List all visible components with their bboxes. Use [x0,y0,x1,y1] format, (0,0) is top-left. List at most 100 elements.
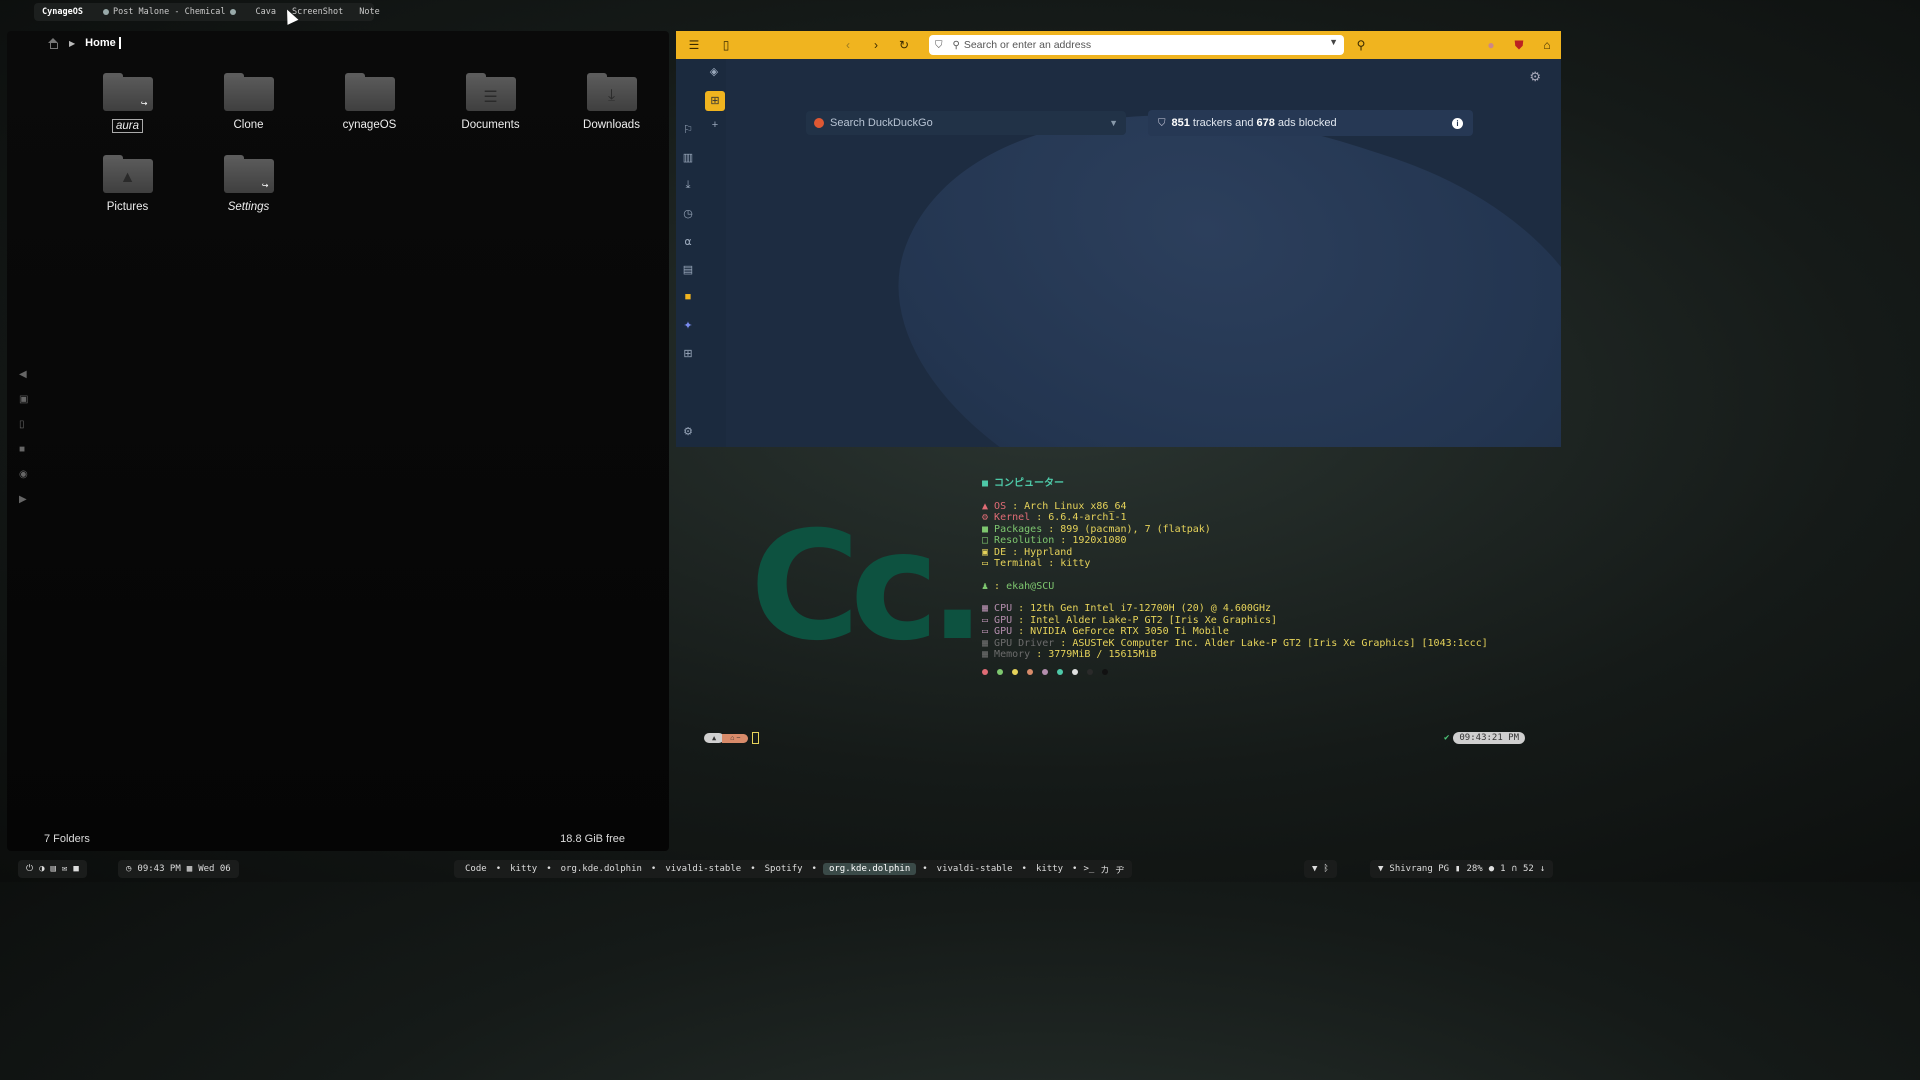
workspace-item[interactable]: kitty [507,864,540,874]
top-bar: CynageOS Post Malone - Chemical Cava Scr… [34,3,380,21]
ublock-icon[interactable]: ⛊ [1510,38,1528,53]
chevron-down-icon[interactable]: ▼ [1329,37,1338,47]
folder-item-documents[interactable]: ☰ Documents [430,73,551,133]
workspace-item[interactable]: Spotify [762,864,806,874]
forward-icon[interactable]: › [867,38,885,52]
panel-icon[interactable]: ■ [680,291,696,303]
wifi-name[interactable]: Shivrang PG [1389,864,1449,874]
volume-level[interactable]: 52 [1523,864,1534,874]
home-icon[interactable] [47,37,59,49]
folder-item-downloads[interactable]: ⤓ Downloads [551,73,672,133]
notification-icon: ● [1488,864,1495,874]
bookmark-icon[interactable]: ⚐ [680,123,696,136]
workspace-item-active[interactable]: org.kde.dolphin [822,863,917,875]
ads-text: ads blocked [1274,117,1337,129]
sidebar-toggle-icon[interactable]: ▯ [717,38,735,52]
expand-icon[interactable]: ▶ [19,494,28,505]
terminal-icon[interactable]: >_ [1083,864,1094,874]
extension-icon[interactable]: ● [1482,38,1500,52]
workspace-item[interactable]: Code [462,864,490,874]
host-title: コンピューター [994,478,1065,489]
clock-widget[interactable]: ◷ 09:43 PM ▦ Wed 06 [118,860,239,878]
add-panel-icon[interactable]: ⊞ [680,347,696,360]
clock-icon: ◷ [126,864,132,874]
topbar-item-note[interactable]: Note [351,7,387,17]
folder-icon [344,73,395,111]
files-icon[interactable]: ▤ [51,864,56,874]
resolution-label: Resolution [994,535,1055,546]
power-icon[interactable]: ⏻ [26,864,33,874]
gpu-icon: ▭ [982,626,995,637]
home-icon[interactable]: ⌂ [1538,38,1556,52]
collapse-icon[interactable]: ◀ [19,369,28,380]
folder-item-settings[interactable]: ↪ Settings [188,155,309,213]
packages-label: Packages [994,523,1043,535]
folder-item-aura[interactable]: ↪ aura [67,73,188,133]
settings-icon[interactable]: ⚙ [680,425,696,438]
workspace-switcher: Code • kitty • org.kde.dolphin • vivaldi-st… [454,860,1133,878]
breadcrumb-home[interactable]: Home [85,37,121,49]
chevron-down-icon[interactable]: ▼ [1109,118,1118,128]
os-value: Arch Linux x86_64 [1024,500,1127,512]
sparkle-icon[interactable]: ✦ [680,319,696,332]
terminal-icon[interactable]: ■ [19,444,28,455]
folder-item-cynageos[interactable]: cynageOS [309,73,430,133]
play-pause-icon[interactable] [229,8,236,15]
layers-icon[interactable]: ◈ [706,65,722,78]
check-icon: ✔ [1443,733,1450,743]
topbar-item-cava[interactable]: Cava [248,7,284,17]
folder-label: cynageOS [342,119,397,131]
folder-item-pictures[interactable]: ▲ Pictures [67,155,188,213]
music-widget[interactable]: Post Malone - Chemical [91,7,248,17]
download-icon[interactable]: ⤓ [680,179,696,192]
workspace-item[interactable]: vivaldi-stable [934,864,1016,874]
duckduckgo-search[interactable]: Search DuckDuckGo ▼ [806,111,1126,135]
palette-swatch [1042,668,1048,675]
palette-icon[interactable]: ◑ [39,864,44,874]
katakana-icon[interactable]: カ [1100,863,1109,876]
folder-item-clone[interactable]: Clone [188,73,309,133]
memory-icon: ▦ [982,649,995,660]
store-icon[interactable]: ■ [73,864,78,874]
wifi-icon[interactable]: ▼ [1312,864,1317,874]
music-title: Post Malone - Chemical [112,7,226,17]
search-icon[interactable]: ⚲ [1352,38,1370,52]
folder-download-icon: ⤓ [586,73,637,111]
notification-count[interactable]: 1 [1500,864,1505,874]
calendar-icon[interactable]: ▤ [680,263,696,276]
copy-icon[interactable]: ▯ [19,419,28,430]
history-icon[interactable]: ◷ [680,207,696,220]
bluetooth-icon[interactable]: ᛒ [1323,864,1328,874]
mail-icon[interactable]: ✉ [62,864,67,874]
menu-icon[interactable]: ☰ [685,38,703,52]
translate-icon[interactable]: ⍺ [680,235,696,248]
symbol-icon[interactable]: ヂ [1115,863,1124,876]
workspace-item[interactable]: kitty [1033,864,1066,874]
address-bar[interactable]: ⛉ ⚲ Search or enter an address ▼ [929,35,1344,55]
folder-count: 7 Folders [44,833,90,845]
eye-icon[interactable]: ◉ [19,469,28,480]
launcher-group: ⏻ ◑ ▤ ✉ ■ [18,860,87,878]
workspace-item[interactable]: vivaldi-stable [662,864,744,874]
shield-icon: ⛉ [935,39,943,51]
address-placeholder: Search or enter an address [963,39,1092,51]
mic-icon[interactable]: ↓ [1540,864,1545,874]
shield-icon: ⛉ [1158,117,1166,129]
arch-icon: ▲ [704,733,725,743]
folder-label[interactable]: aura [111,119,144,133]
settings-icon[interactable]: ⚙ [1529,69,1541,85]
info-icon[interactable]: i [1452,117,1463,129]
workspace-item[interactable]: org.kde.dolphin [558,864,645,874]
add-icon[interactable]: + [707,119,723,131]
text-cursor[interactable] [752,732,760,744]
browser-toolbar: ☰ ▯ ‹ › ↻ ⛉ ⚲ Search or enter an address… [676,31,1561,59]
new-folder-icon[interactable]: ▣ [19,394,28,405]
reload-icon[interactable]: ↻ [895,38,913,52]
resolution-value: 1920x1080 [1072,535,1127,546]
speed-dial-icon[interactable]: ⊞ [705,91,725,111]
brand-label[interactable]: CynageOS [34,7,91,17]
color-palette [982,668,1488,675]
gpu-driver-value: ASUSTeK Computer Inc. Alder Lake-P GT2 [… [1072,637,1488,649]
reader-icon[interactable]: ▥ [680,151,696,164]
back-icon[interactable]: ‹ [839,38,857,52]
